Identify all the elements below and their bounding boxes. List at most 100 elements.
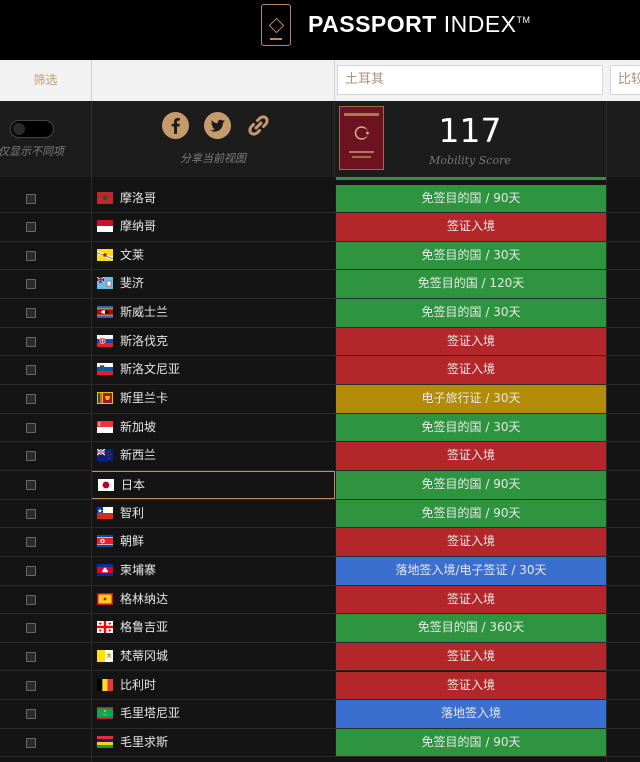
visa-status-cell: 签证入境 — [335, 356, 606, 384]
table-row[interactable]: 摩纳哥 签证入境 — [0, 213, 640, 242]
country-cell[interactable]: 斯里兰卡 — [91, 385, 335, 413]
table-row[interactable]: 斯洛伐克 签证入境 — [0, 327, 640, 357]
visa-status-cell: 免签目的国 / 90天 — [335, 184, 606, 213]
country-cell[interactable]: 摩纳哥 — [91, 213, 335, 241]
table-row[interactable]: 斐济 免签目的国 / 120天 — [0, 270, 640, 300]
table-row[interactable]: 朝鲜 签证入境 — [0, 528, 640, 557]
country-name: 柬埔寨 — [120, 562, 157, 577]
table-row[interactable]: 毛里塔尼亚 落地签入境 — [0, 700, 640, 729]
country-name: 梵蒂冈城 — [120, 648, 169, 663]
table-row[interactable]: 斯里兰卡 电子旅行证 / 30天 — [0, 385, 640, 414]
row-checkbox[interactable] — [26, 680, 36, 691]
table-row[interactable]: 摩洛哥 免签目的国 / 90天 — [0, 184, 640, 214]
row-checkbox[interactable] — [26, 222, 36, 233]
share-panel: 分享当前视图 — [91, 101, 335, 177]
row-checkbox[interactable] — [26, 308, 36, 319]
country-cell[interactable]: 摩洛哥 — [91, 185, 335, 213]
table-row[interactable]: 梵蒂冈城 签证入境 — [0, 642, 640, 672]
row-checkbox[interactable] — [26, 565, 36, 576]
country-cell[interactable]: 格鲁吉亚 — [91, 614, 335, 642]
link-icon[interactable] — [245, 112, 272, 139]
country-cell[interactable]: 柬埔寨 — [91, 557, 335, 585]
table-row[interactable]: 斯威士兰 免签目的国 / 30天 — [0, 299, 640, 328]
mobility-score-value: 117 — [438, 111, 502, 150]
row-checkbox[interactable] — [26, 193, 36, 204]
row-checkbox[interactable] — [26, 394, 36, 405]
row-checkbox[interactable] — [26, 279, 36, 290]
table-row[interactable]: 柬埔寨 落地签入境/电子签证 / 30天 — [0, 556, 640, 586]
table-row[interactable]: 文莱 免签目的国 / 30天 — [0, 241, 640, 271]
country-cell[interactable]: 梵蒂冈城 — [91, 643, 335, 671]
country-cell[interactable]: 格林纳达 — [91, 586, 335, 614]
visa-status-cell: 签证入境 — [335, 327, 606, 356]
show-differences-toggle[interactable] — [10, 120, 54, 138]
visa-status-cell: 免签目的国 / 360天 — [335, 614, 606, 642]
table-row[interactable]: 毛里求斯 免签目的国 / 90天 — [0, 728, 640, 758]
row-checkbox[interactable] — [26, 537, 36, 548]
slovenia-flag-icon — [97, 363, 113, 376]
country-cell[interactable]: 斯洛文尼亚 — [91, 356, 335, 384]
row-checkbox[interactable] — [26, 250, 36, 261]
row-checkbox[interactable] — [26, 594, 36, 605]
visa-status-cell: 签证入境 — [335, 642, 606, 671]
table-row[interactable]: 格林纳达 签证入境 — [0, 585, 640, 615]
country-name: 斯洛伐克 — [120, 333, 169, 348]
country-cell[interactable]: 日本 — [91, 471, 335, 499]
newzealand-flag-icon — [97, 449, 113, 462]
country-cell[interactable]: 斯威士兰 — [91, 299, 335, 327]
table-row[interactable]: 格鲁吉亚 免签目的国 / 360天 — [0, 614, 640, 643]
chile-flag-icon — [97, 506, 113, 519]
country-cell[interactable]: 智利 — [91, 500, 335, 528]
table-row[interactable]: 斯洛文尼亚 签证入境 — [0, 356, 640, 385]
visa-status-cell: 落地签入境/电子签证 / 30天 — [335, 556, 606, 585]
row-checkbox[interactable] — [26, 651, 36, 662]
visa-status-cell: 免签目的国 / 90天 — [335, 728, 606, 757]
row-checkbox[interactable] — [26, 508, 36, 519]
mauritania-flag-icon — [97, 707, 113, 720]
row-checkbox[interactable] — [26, 709, 36, 720]
row-checkbox[interactable] — [26, 451, 36, 462]
visa-status-cell: 签证入境 — [335, 528, 606, 556]
facebook-icon[interactable] — [162, 112, 189, 139]
compare-select[interactable]: 比较 — [610, 65, 640, 95]
country-cell[interactable]: 毛里塔尼亚 — [91, 700, 335, 728]
country-cell[interactable]: 斯洛伐克 — [91, 328, 335, 356]
country-name: 文莱 — [120, 247, 145, 262]
row-checkbox[interactable] — [26, 336, 36, 347]
country-cell[interactable]: 朝鲜 — [91, 528, 335, 556]
table-header: 仅显示不同项 分享当前视图 117 Mobility Score — [0, 101, 640, 177]
country-cell[interactable]: 斐济 — [91, 270, 335, 298]
country-cell[interactable]: 毛里求斯 — [91, 729, 335, 757]
passport-select[interactable]: 土耳其 — [337, 65, 603, 95]
country-cell[interactable]: 新西兰 — [91, 442, 335, 470]
twitter-icon[interactable] — [204, 112, 231, 139]
country-cell[interactable]: 比利时 — [91, 672, 335, 700]
site-logo[interactable]: PASSPORT INDEXTM — [308, 10, 531, 38]
country-name: 毛里塔尼亚 — [120, 706, 181, 721]
table-row[interactable]: 日本 免签目的国 / 90天 — [0, 471, 640, 500]
country-name: 格林纳达 — [120, 591, 169, 606]
mauritius-flag-icon — [97, 735, 113, 748]
row-checkbox[interactable] — [26, 365, 36, 376]
fiji-flag-icon — [97, 277, 113, 290]
visa-status-cell: 免签目的国 / 90天 — [335, 471, 606, 499]
share-label: 分享当前视图 — [180, 152, 246, 165]
passport-logo-icon[interactable] — [261, 4, 291, 46]
grenada-flag-icon — [97, 592, 113, 605]
country-name: 摩洛哥 — [120, 190, 157, 205]
row-checkbox[interactable] — [26, 480, 36, 490]
country-name: 新西兰 — [120, 448, 157, 463]
table-row[interactable]: 新西兰 签证入境 — [0, 442, 640, 471]
table-row[interactable]: 新加坡 免签目的国 / 30天 — [0, 413, 640, 443]
visa-status-cell: 签证入境 — [335, 671, 606, 700]
row-checkbox[interactable] — [26, 737, 36, 748]
row-checkbox[interactable] — [26, 422, 36, 433]
filter-button[interactable]: 筛选 — [0, 60, 91, 101]
table-row[interactable]: 比利时 签证入境 — [0, 671, 640, 701]
table-row[interactable]: 智利 免签目的国 / 90天 — [0, 499, 640, 529]
cambodia-flag-icon — [97, 563, 113, 576]
row-checkbox[interactable] — [26, 623, 36, 634]
country-cell[interactable]: 新加坡 — [91, 414, 335, 442]
partial-row — [0, 177, 640, 180]
country-cell[interactable]: 文莱 — [91, 242, 335, 270]
